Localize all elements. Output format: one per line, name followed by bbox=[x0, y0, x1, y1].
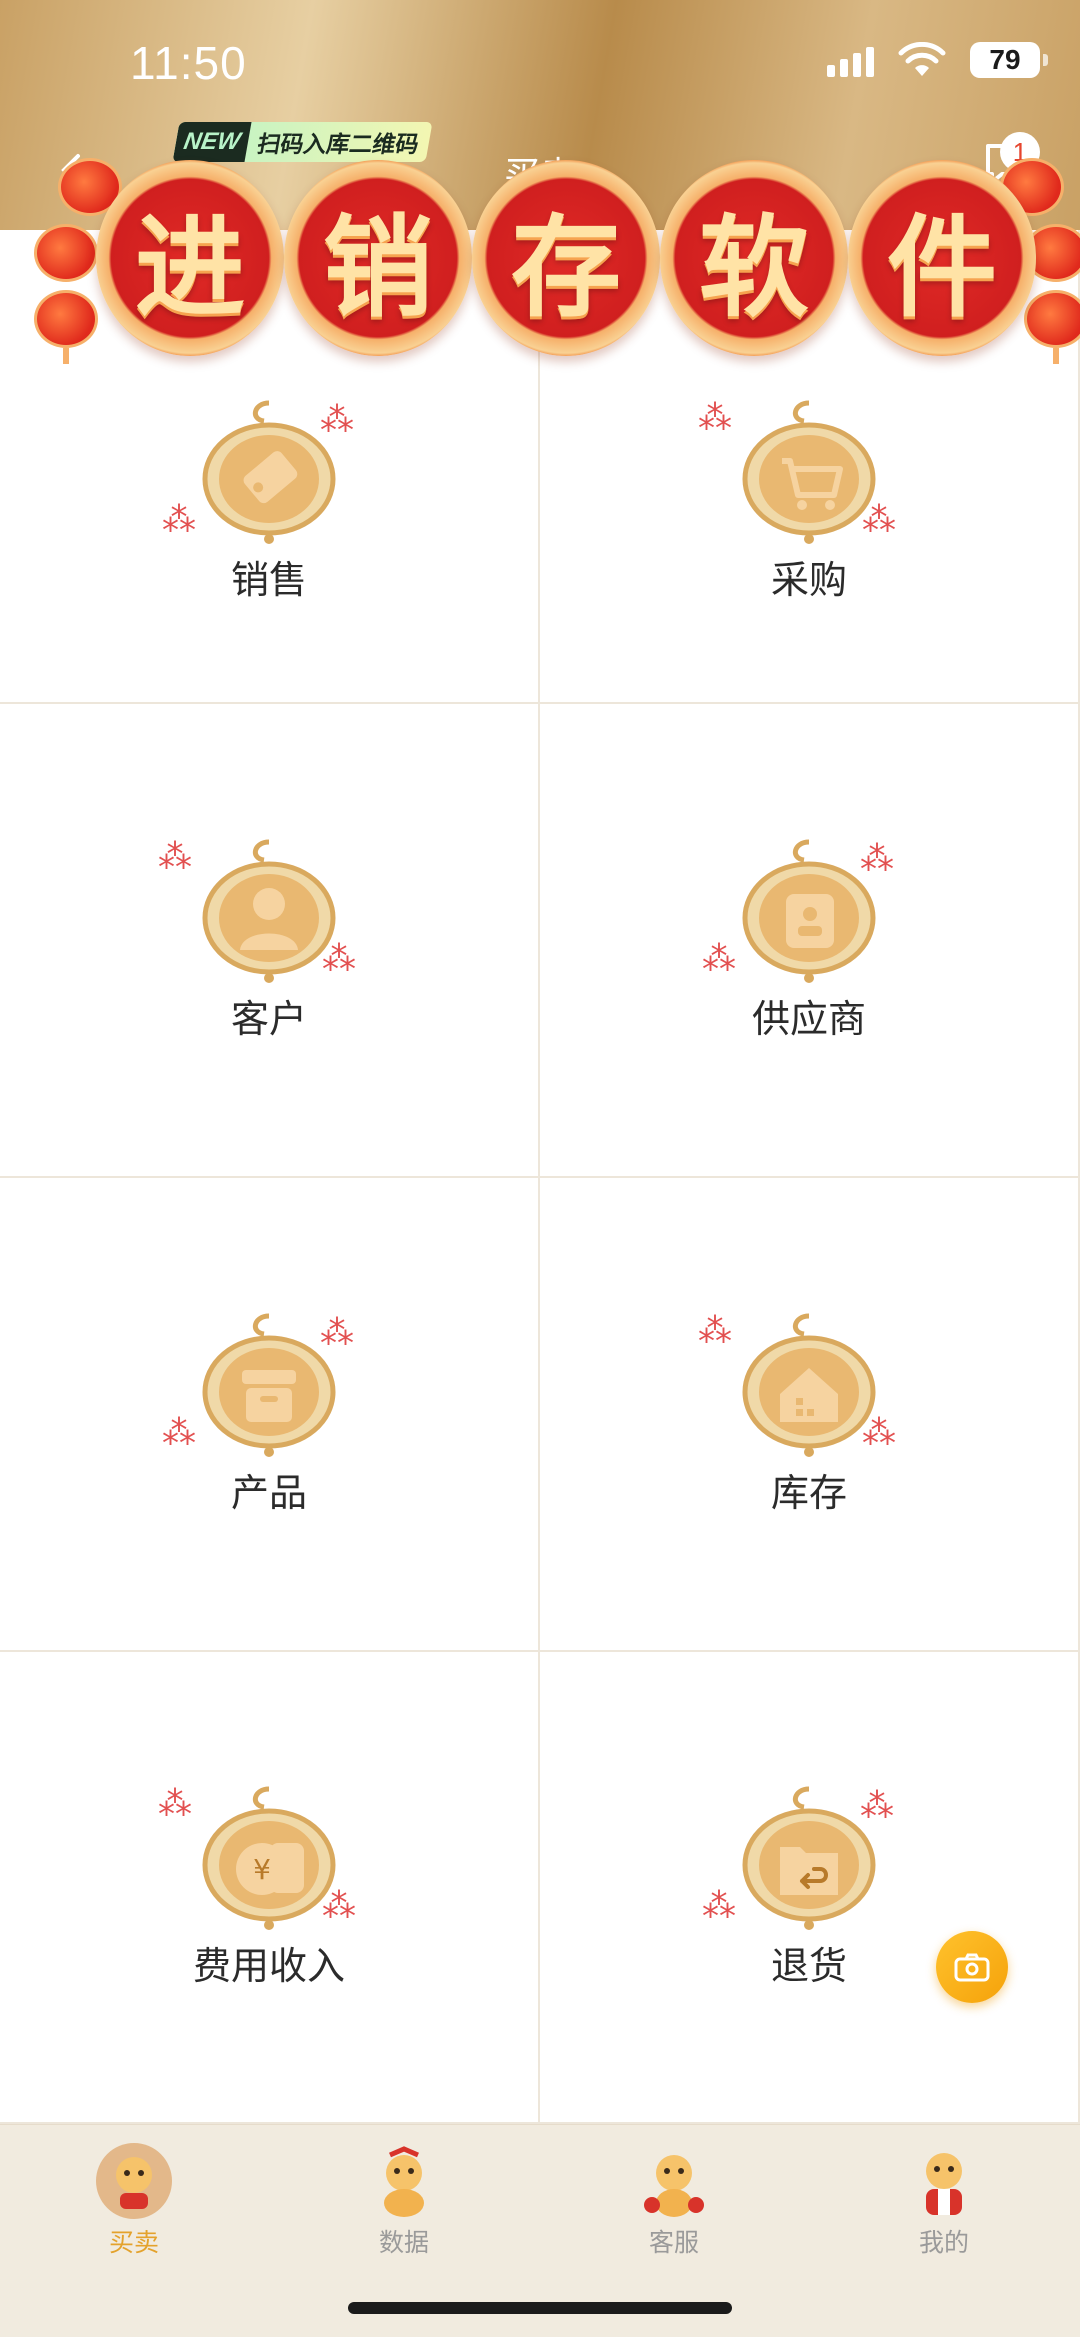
tab-service-label: 客服 bbox=[648, 2228, 699, 2257]
new-badge: NEW bbox=[172, 122, 252, 162]
tab-data[interactable]: 数据 bbox=[304, 2141, 504, 2259]
returns-label: 退货 bbox=[770, 1943, 847, 1988]
wifi-icon bbox=[898, 42, 946, 76]
tiger-mascot-icon bbox=[96, 2143, 172, 2219]
function-grid: ⁂ ⁂ 销售 ⁂ ⁂ 采购 ⁂ ⁂ 客户 ⁂ ⁂ 供应商 ⁂ ⁂ 产品 ⁂ ⁂ … bbox=[0, 230, 1080, 2124]
menu-inventory[interactable]: ⁂ ⁂ 库存 bbox=[540, 1178, 1080, 1652]
tab-trade-label: 买卖 bbox=[108, 2228, 159, 2257]
menu-product[interactable]: ⁂ ⁂ 产品 bbox=[0, 1178, 540, 1652]
tiger-mascot-icon bbox=[644, 2155, 704, 2217]
box-icon: ⁂ ⁂ bbox=[162, 1312, 354, 1462]
svg-text:¥: ¥ bbox=[253, 1853, 271, 1886]
menu-expense-income[interactable]: ¥ ⁂ ⁂ 费用收入 bbox=[0, 1652, 540, 2124]
back-icon[interactable] bbox=[52, 150, 92, 190]
sales-icon: ⁂ ⁂ bbox=[162, 399, 354, 549]
battery-icon: 79 bbox=[970, 42, 1048, 78]
menu-sales[interactable]: ⁂ ⁂ 销售 bbox=[0, 230, 540, 704]
supplier-label: 供应商 bbox=[751, 996, 866, 1041]
scan-tag-text: 扫码入库二维码 bbox=[255, 132, 421, 158]
message-badge: 1 bbox=[1000, 132, 1040, 172]
home-indicator bbox=[348, 2302, 732, 2314]
app-screen: 11:50 79 NEW 扫码入库二维码 买卖 1 ⁂ ⁂ 销售 ⁂ ⁂ 采购 … bbox=[0, 0, 1080, 2337]
purchase-label: 采购 bbox=[770, 557, 847, 602]
signal-icon bbox=[827, 43, 874, 77]
customer-label: 客户 bbox=[230, 996, 307, 1041]
contact-book-icon: ⁂ ⁂ bbox=[702, 838, 894, 988]
camera-button[interactable] bbox=[936, 1931, 1008, 2003]
sales-label: 销售 bbox=[230, 557, 307, 602]
menu-supplier[interactable]: ⁂ ⁂ 供应商 bbox=[540, 704, 1080, 1178]
expense-income-label: 费用收入 bbox=[192, 1943, 345, 1988]
status-time: 11:50 bbox=[130, 37, 247, 89]
cart-icon: ⁂ ⁂ bbox=[698, 399, 896, 549]
customer-icon: ⁂ ⁂ bbox=[158, 838, 356, 988]
status-icons: 79 bbox=[827, 42, 1048, 78]
menu-customer[interactable]: ⁂ ⁂ 客户 bbox=[0, 704, 540, 1178]
camera-icon bbox=[954, 1953, 990, 1982]
product-label: 产品 bbox=[230, 1470, 307, 1515]
return-folder-icon: ⁂ ⁂ bbox=[702, 1785, 894, 1935]
yuan-coin-icon: ¥ ⁂ ⁂ bbox=[158, 1785, 356, 1935]
inventory-label: 库存 bbox=[770, 1470, 847, 1515]
tiger-mascot-icon bbox=[926, 2153, 962, 2215]
menu-purchase[interactable]: ⁂ ⁂ 采购 bbox=[540, 230, 1080, 704]
tiger-mascot-icon bbox=[384, 2146, 424, 2217]
tab-service[interactable]: 客服 bbox=[574, 2141, 774, 2259]
tab-trade[interactable]: 买卖 bbox=[34, 2141, 234, 2259]
menu-returns[interactable]: ⁂ ⁂ 退货 bbox=[540, 1652, 1080, 2124]
tab-mine[interactable]: 我的 bbox=[844, 2141, 1044, 2259]
tab-mine-label: 我的 bbox=[918, 2228, 969, 2257]
warehouse-icon: ⁂ ⁂ bbox=[698, 1312, 896, 1462]
tab-data-label: 数据 bbox=[378, 2228, 429, 2257]
page-title: 买卖 bbox=[503, 155, 576, 196]
scan-new-tag[interactable]: NEW 扫码入库二维码 bbox=[172, 122, 433, 162]
header: 11:50 79 NEW 扫码入库二维码 买卖 1 bbox=[0, 0, 1080, 230]
message-button[interactable]: 1 bbox=[980, 132, 1040, 196]
